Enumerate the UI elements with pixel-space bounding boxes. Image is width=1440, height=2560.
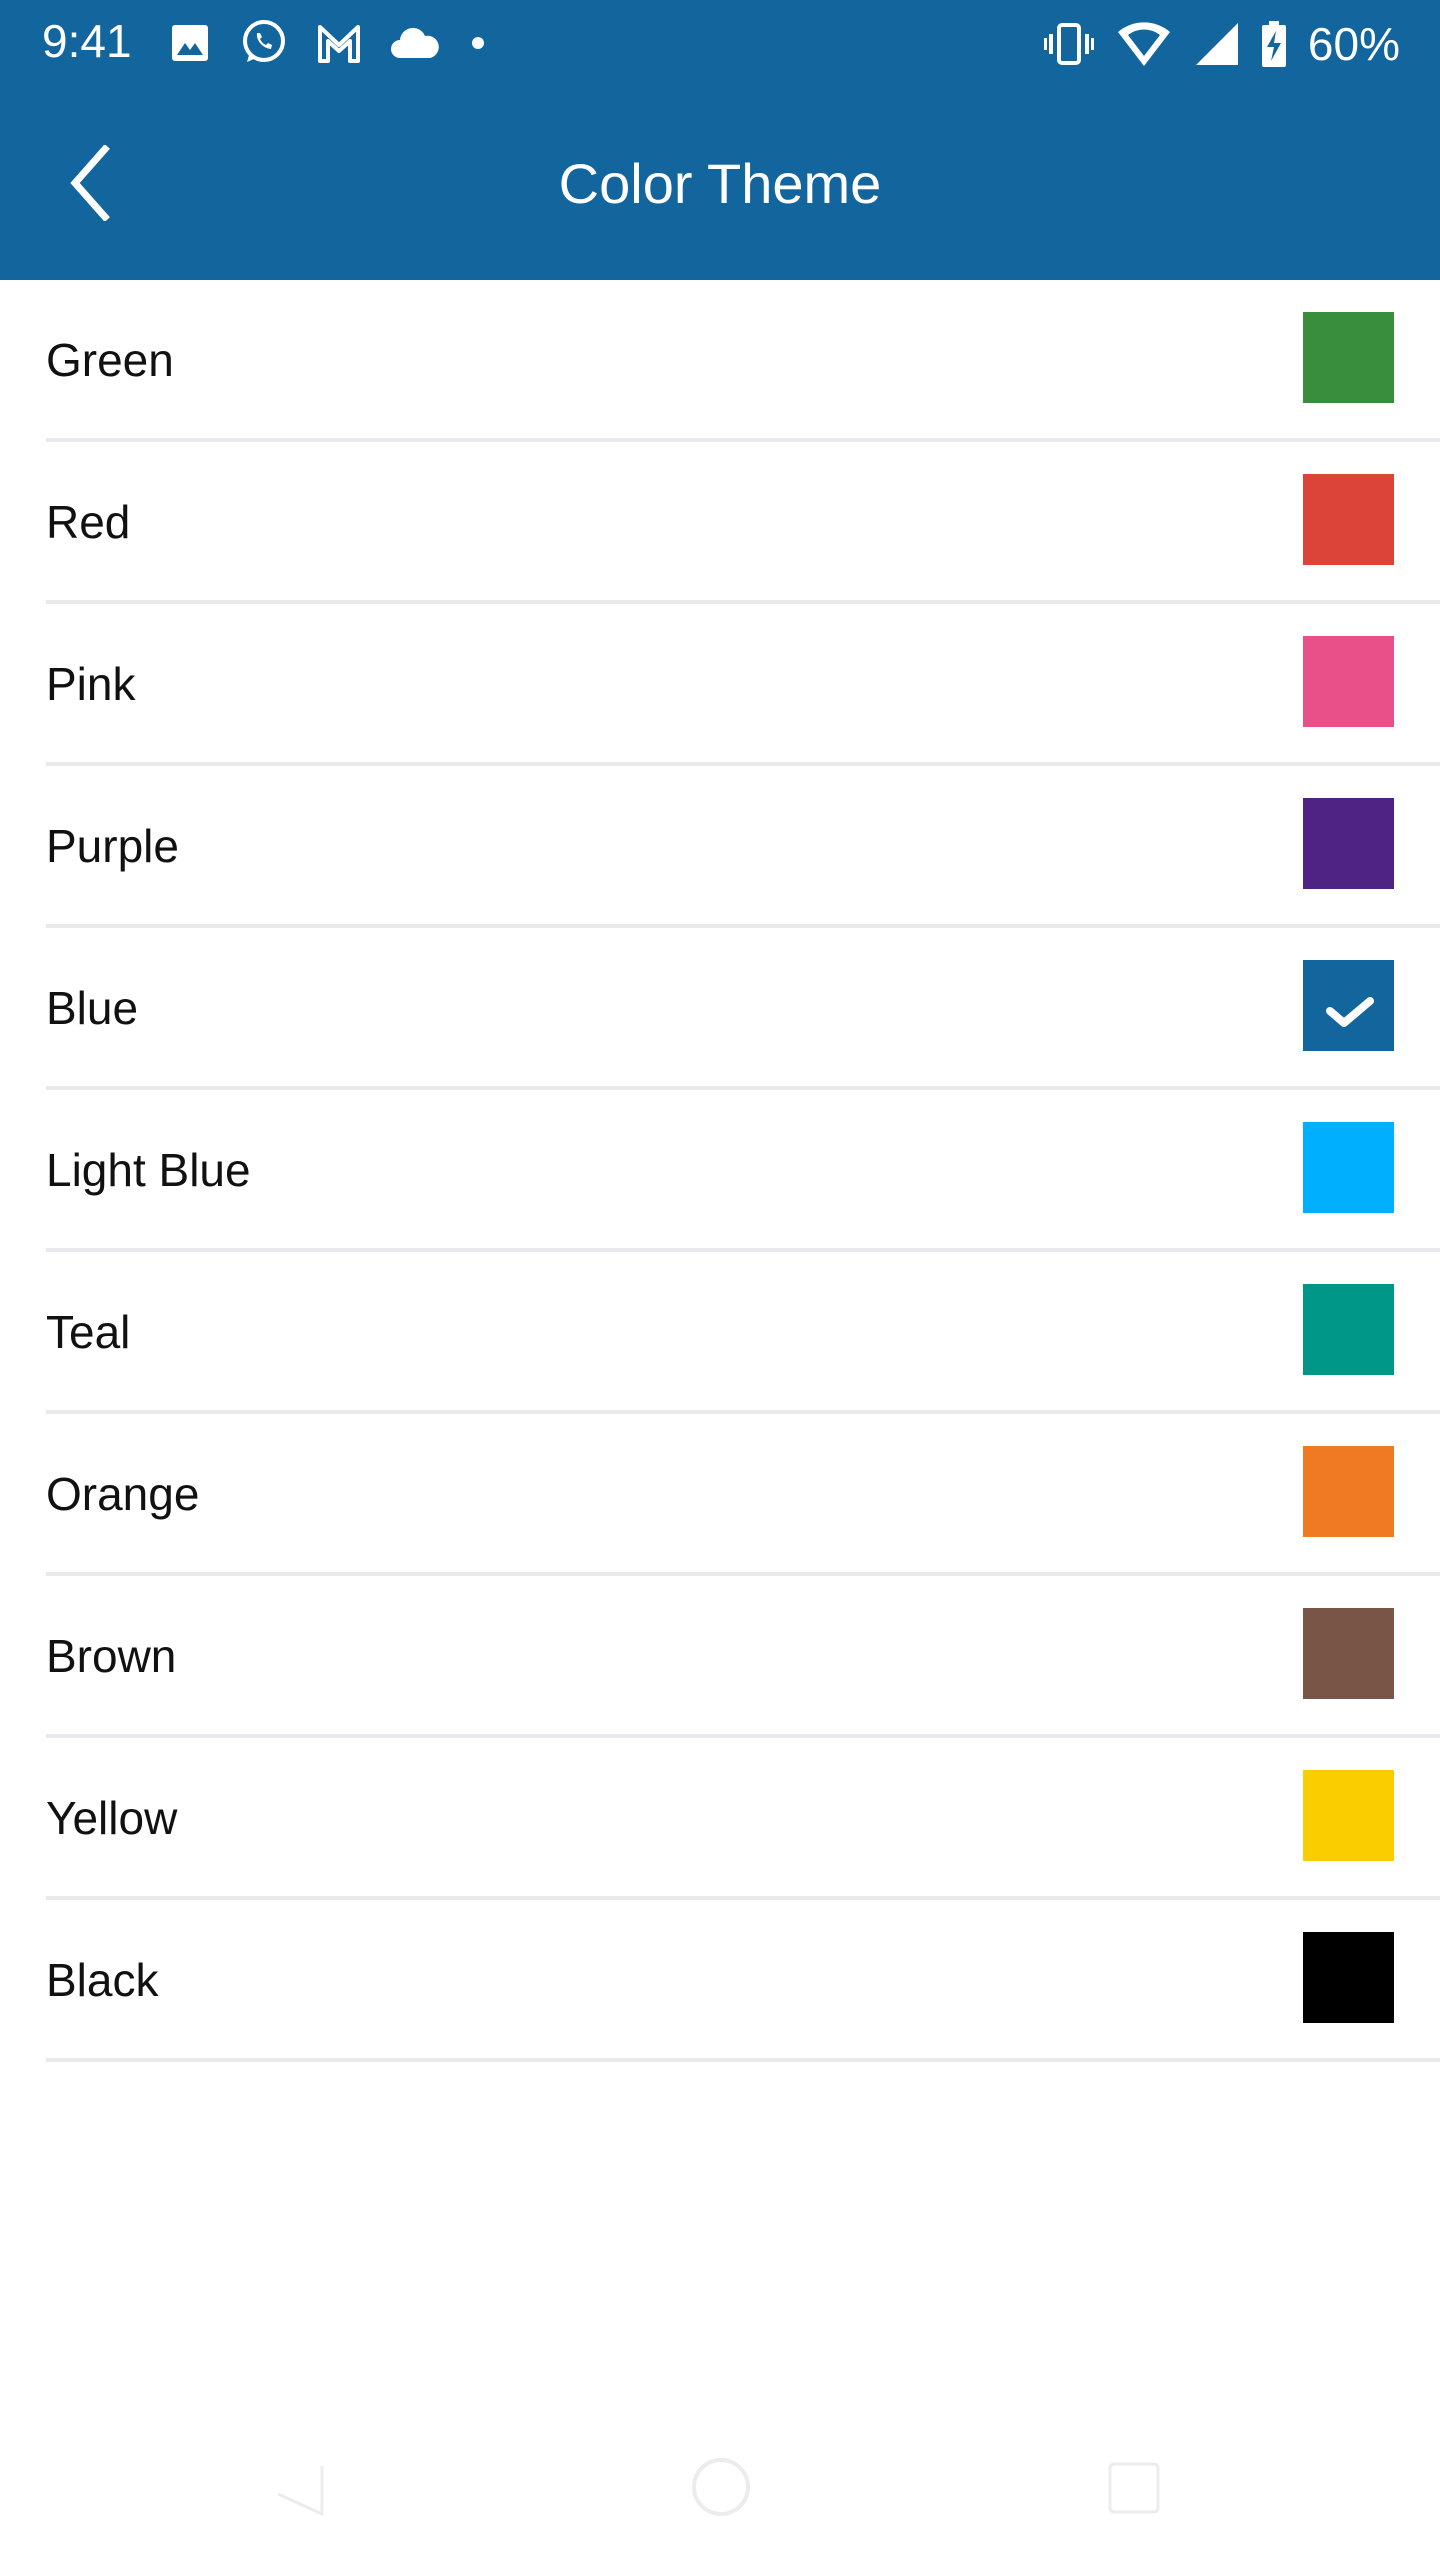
navigation-bar [0, 2440, 1440, 2560]
divider [46, 2058, 1440, 2062]
theme-label: Black [46, 1954, 159, 2006]
status-time: 9:41 [42, 15, 132, 67]
color-swatch[interactable] [1303, 1284, 1394, 1375]
color-swatch[interactable] [1303, 636, 1394, 727]
theme-label: Pink [46, 658, 136, 710]
notification-icons [170, 18, 488, 68]
theme-label: Green [46, 334, 174, 386]
theme-label: Orange [46, 1468, 200, 1520]
gallery-icon [170, 23, 210, 63]
color-swatch[interactable] [1303, 312, 1394, 403]
theme-label: Light Blue [46, 1144, 251, 1196]
color-swatch[interactable] [1303, 1608, 1394, 1699]
gmail-icon [316, 23, 362, 63]
whatsapp-icon [238, 18, 288, 68]
battery-percent: 60% [1307, 18, 1400, 70]
color-swatch[interactable] [1303, 1122, 1394, 1213]
theme-option-purple[interactable]: Purple [0, 766, 1440, 928]
theme-option-teal[interactable]: Teal [0, 1252, 1440, 1414]
back-button[interactable] [50, 138, 130, 228]
theme-option-green[interactable]: Green [0, 280, 1440, 442]
theme-option-orange[interactable]: Orange [0, 1414, 1440, 1576]
battery-charging-icon [1261, 21, 1286, 67]
back-nav-icon[interactable] [270, 2460, 330, 2520]
status-bar: 9:41 60% [0, 0, 1440, 88]
theme-option-blue[interactable]: Blue [0, 928, 1440, 1090]
color-swatch[interactable] [1303, 474, 1394, 565]
theme-list: Green Red Pink Purple Blue Light Blue Teal Oran… [0, 280, 1440, 2062]
theme-option-light-blue[interactable]: Light Blue [0, 1090, 1440, 1252]
cloud-icon [390, 26, 440, 60]
app-bar: Color Theme [0, 88, 1440, 280]
theme-option-black[interactable]: Black [0, 1900, 1440, 2062]
check-icon [1319, 976, 1379, 1036]
theme-label: Brown [46, 1630, 177, 1682]
theme-label: Teal [46, 1306, 131, 1358]
theme-option-red[interactable]: Red [0, 442, 1440, 604]
theme-option-brown[interactable]: Brown [0, 1576, 1440, 1738]
wifi-icon [1116, 20, 1172, 68]
color-swatch[interactable] [1303, 1446, 1394, 1537]
color-swatch[interactable] [1303, 960, 1394, 1051]
system-status: 60% [1043, 14, 1400, 74]
page-title: Color Theme [558, 152, 882, 215]
theme-label: Blue [46, 982, 139, 1034]
vibrate-icon [1043, 22, 1094, 66]
theme-label: Yellow [46, 1792, 178, 1844]
home-nav-icon[interactable] [688, 2454, 754, 2520]
signal-icon [1194, 21, 1240, 67]
theme-option-pink[interactable]: Pink [0, 604, 1440, 766]
theme-label: Red [46, 496, 131, 548]
recents-nav-icon[interactable] [1106, 2460, 1162, 2516]
dot-icon [468, 33, 488, 53]
color-swatch[interactable] [1303, 1932, 1394, 2023]
theme-label: Purple [46, 820, 179, 872]
theme-option-yellow[interactable]: Yellow [0, 1738, 1440, 1900]
chevron-left-icon [65, 145, 115, 221]
color-swatch[interactable] [1303, 798, 1394, 889]
color-swatch[interactable] [1303, 1770, 1394, 1861]
